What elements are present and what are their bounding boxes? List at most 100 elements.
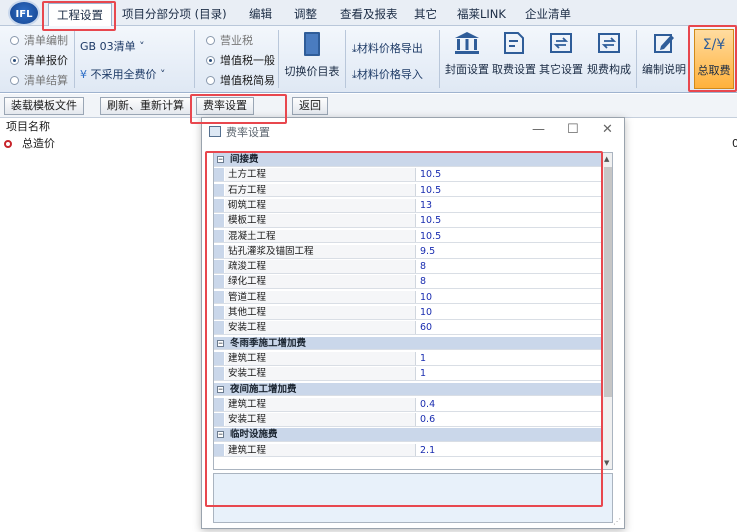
rate-row[interactable]: 安装工程 60 [214, 321, 602, 336]
rate-name: 疏浚工程 [225, 260, 416, 273]
rate-row[interactable]: 建筑工程 2.1 [214, 443, 602, 458]
rate-name: 建筑工程 [225, 443, 416, 457]
rate-row[interactable]: 钻孔灌浆及锚固工程 9.5 [214, 244, 602, 259]
rate-name: 石方工程 [225, 183, 416, 197]
tab-project-settings[interactable]: 工程设置 [48, 3, 112, 27]
rate-row[interactable]: 绿化工程 8 [214, 275, 602, 290]
radio-bill-quote[interactable]: 清单报价 [10, 52, 68, 68]
rate-row[interactable]: 安装工程 0.6 [214, 413, 602, 427]
rate-row[interactable]: 疏浚工程 8 [214, 260, 602, 274]
property-grid: − 间接费 土方工程 10.5 石方工程 10.5 砌筑工程 13 模板工程 10.5 混凝土工程 1… [213, 152, 613, 470]
total-cost-label: 总造价 [22, 137, 55, 150]
rate-row[interactable]: 土方工程 10.5 [214, 168, 602, 183]
resize-grip-icon[interactable]: ⋰ [613, 517, 621, 526]
rate-value[interactable]: 8 [417, 260, 426, 274]
toolbar: 装载模板文件 刷新、重新计算 费率设置 返回 [0, 94, 737, 118]
tab-other[interactable]: 其它 [414, 6, 437, 22]
group-row[interactable]: − 临时设施费 [214, 428, 602, 443]
row-gutter [214, 306, 224, 319]
ribbon-separator [74, 30, 75, 88]
switch-price-table-button[interactable]: 切换价目表 [283, 29, 341, 90]
rate-row[interactable]: 其他工程 10 [214, 306, 602, 320]
tab-edit[interactable]: 编辑 [249, 6, 272, 22]
rate-value[interactable]: 1 [417, 352, 426, 366]
total-fee-button[interactable]: Σ/¥ 总取费 [694, 29, 734, 89]
radio-bill-compile[interactable]: 清单编制 [10, 32, 68, 48]
rate-value[interactable]: 10.5 [417, 168, 441, 182]
standard-dropdown[interactable]: GB 03清单 ˅ [80, 38, 145, 54]
radio-vat-simple[interactable]: 增值税简易 [206, 72, 275, 88]
tab-fulai-link[interactable]: 福莱LINK [457, 6, 506, 22]
tab-project-items[interactable]: 项目分部分项 (目录) [122, 6, 227, 22]
group-row[interactable]: − 夜间施工增加费 [214, 382, 602, 397]
dialog-titlebar[interactable]: 费率设置 — ☐ ✕ [202, 118, 624, 144]
rate-value[interactable]: 13 [417, 199, 432, 213]
refresh-recalculate-button[interactable]: 刷新、重新计算 [100, 97, 191, 115]
rate-value[interactable]: 0.6 [417, 413, 435, 427]
rate-value[interactable]: 8 [417, 275, 426, 289]
rate-value[interactable]: 2.1 [417, 444, 435, 458]
ribbon-tab-bar: IFL 工程设置 项目分部分项 (目录) 编辑 调整 查看及报表 其它 福莱LI… [0, 0, 737, 27]
radio-bill-settle[interactable]: 清单结算 [10, 72, 68, 88]
radio-vat-general[interactable]: 增值税一般 [206, 52, 275, 68]
rate-value[interactable]: 10 [417, 291, 432, 305]
scroll-up-icon[interactable]: ▲ [604, 155, 609, 163]
rate-name: 建筑工程 [225, 351, 416, 365]
rate-row[interactable]: 管道工程 10 [214, 290, 602, 305]
rate-value[interactable]: 10.5 [417, 184, 441, 198]
chevron-down-icon: ˅ [139, 40, 145, 53]
rate-row[interactable]: 砌筑工程 13 [214, 198, 602, 213]
row-gutter [214, 214, 224, 227]
scrollbar-thumb[interactable] [604, 167, 612, 397]
fee-settings-button[interactable]: 取费设置 [490, 29, 538, 90]
rule-fees-button[interactable]: 规费构成 [584, 29, 634, 90]
collapse-icon[interactable]: − [217, 156, 224, 163]
row-gutter [214, 321, 224, 335]
rate-name: 管道工程 [225, 290, 416, 304]
rate-value[interactable]: 0.4 [417, 398, 435, 412]
export-prices-button[interactable]: ⤓材料价格导出 [352, 40, 423, 56]
rate-settings-button[interactable]: 费率设置 [196, 97, 254, 115]
rate-row[interactable]: 安装工程 1 [214, 367, 602, 381]
group-row[interactable]: − 间接费 [214, 153, 602, 167]
rate-name: 土方工程 [225, 168, 416, 182]
close-icon[interactable]: ✕ [602, 122, 613, 137]
rate-value[interactable]: 10 [417, 306, 432, 320]
app-logo[interactable]: IFL [8, 0, 40, 26]
tab-view-reports[interactable]: 查看及报表 [340, 6, 398, 22]
rate-row[interactable]: 建筑工程 1 [214, 351, 602, 366]
rate-value[interactable]: 10.5 [417, 214, 441, 228]
vertical-scrollbar[interactable]: ▲ ▼ [602, 153, 612, 469]
other-settings-button[interactable]: 其它设置 [538, 29, 584, 90]
tab-adjust[interactable]: 调整 [294, 6, 317, 22]
rate-row[interactable]: 混凝土工程 10.5 [214, 229, 602, 244]
import-prices-button[interactable]: ⤓材料价格导入 [352, 66, 423, 82]
rate-value[interactable]: 10.5 [417, 230, 441, 244]
maximize-icon[interactable]: ☐ [567, 122, 579, 137]
collapse-icon[interactable]: − [217, 385, 224, 393]
window-icon [209, 126, 221, 137]
rate-value[interactable]: 60 [417, 321, 432, 335]
rate-row[interactable]: 建筑工程 0.4 [214, 397, 602, 412]
radio-business-tax[interactable]: 营业税 [206, 32, 253, 48]
back-button[interactable]: 返回 [292, 97, 328, 115]
tab-enterprise-bill[interactable]: 企业清单 [525, 6, 571, 22]
write-notes-button[interactable]: 编制说明 [639, 29, 689, 90]
exchange-icon [598, 33, 620, 53]
rate-row[interactable]: 石方工程 10.5 [214, 183, 602, 198]
row-gutter [214, 198, 224, 212]
row-gutter [214, 397, 224, 411]
scroll-down-icon[interactable]: ▼ [604, 459, 609, 467]
collapse-icon[interactable]: − [217, 339, 224, 347]
pencil-note-icon [654, 34, 674, 53]
fee-option-dropdown[interactable]: ¥ 不采用全费价 ˅ [80, 66, 166, 82]
minimize-icon[interactable]: — [532, 122, 545, 137]
ribbon-separator [278, 30, 279, 88]
rate-value[interactable]: 9.5 [417, 245, 435, 259]
collapse-icon[interactable]: − [217, 431, 224, 439]
load-template-button[interactable]: 装载模板文件 [4, 97, 84, 115]
rate-value[interactable]: 1 [417, 367, 426, 381]
rate-row[interactable]: 模板工程 10.5 [214, 214, 602, 228]
group-row[interactable]: − 冬雨季施工增加费 [214, 336, 602, 351]
cover-settings-button[interactable]: 封面设置 [444, 29, 490, 90]
